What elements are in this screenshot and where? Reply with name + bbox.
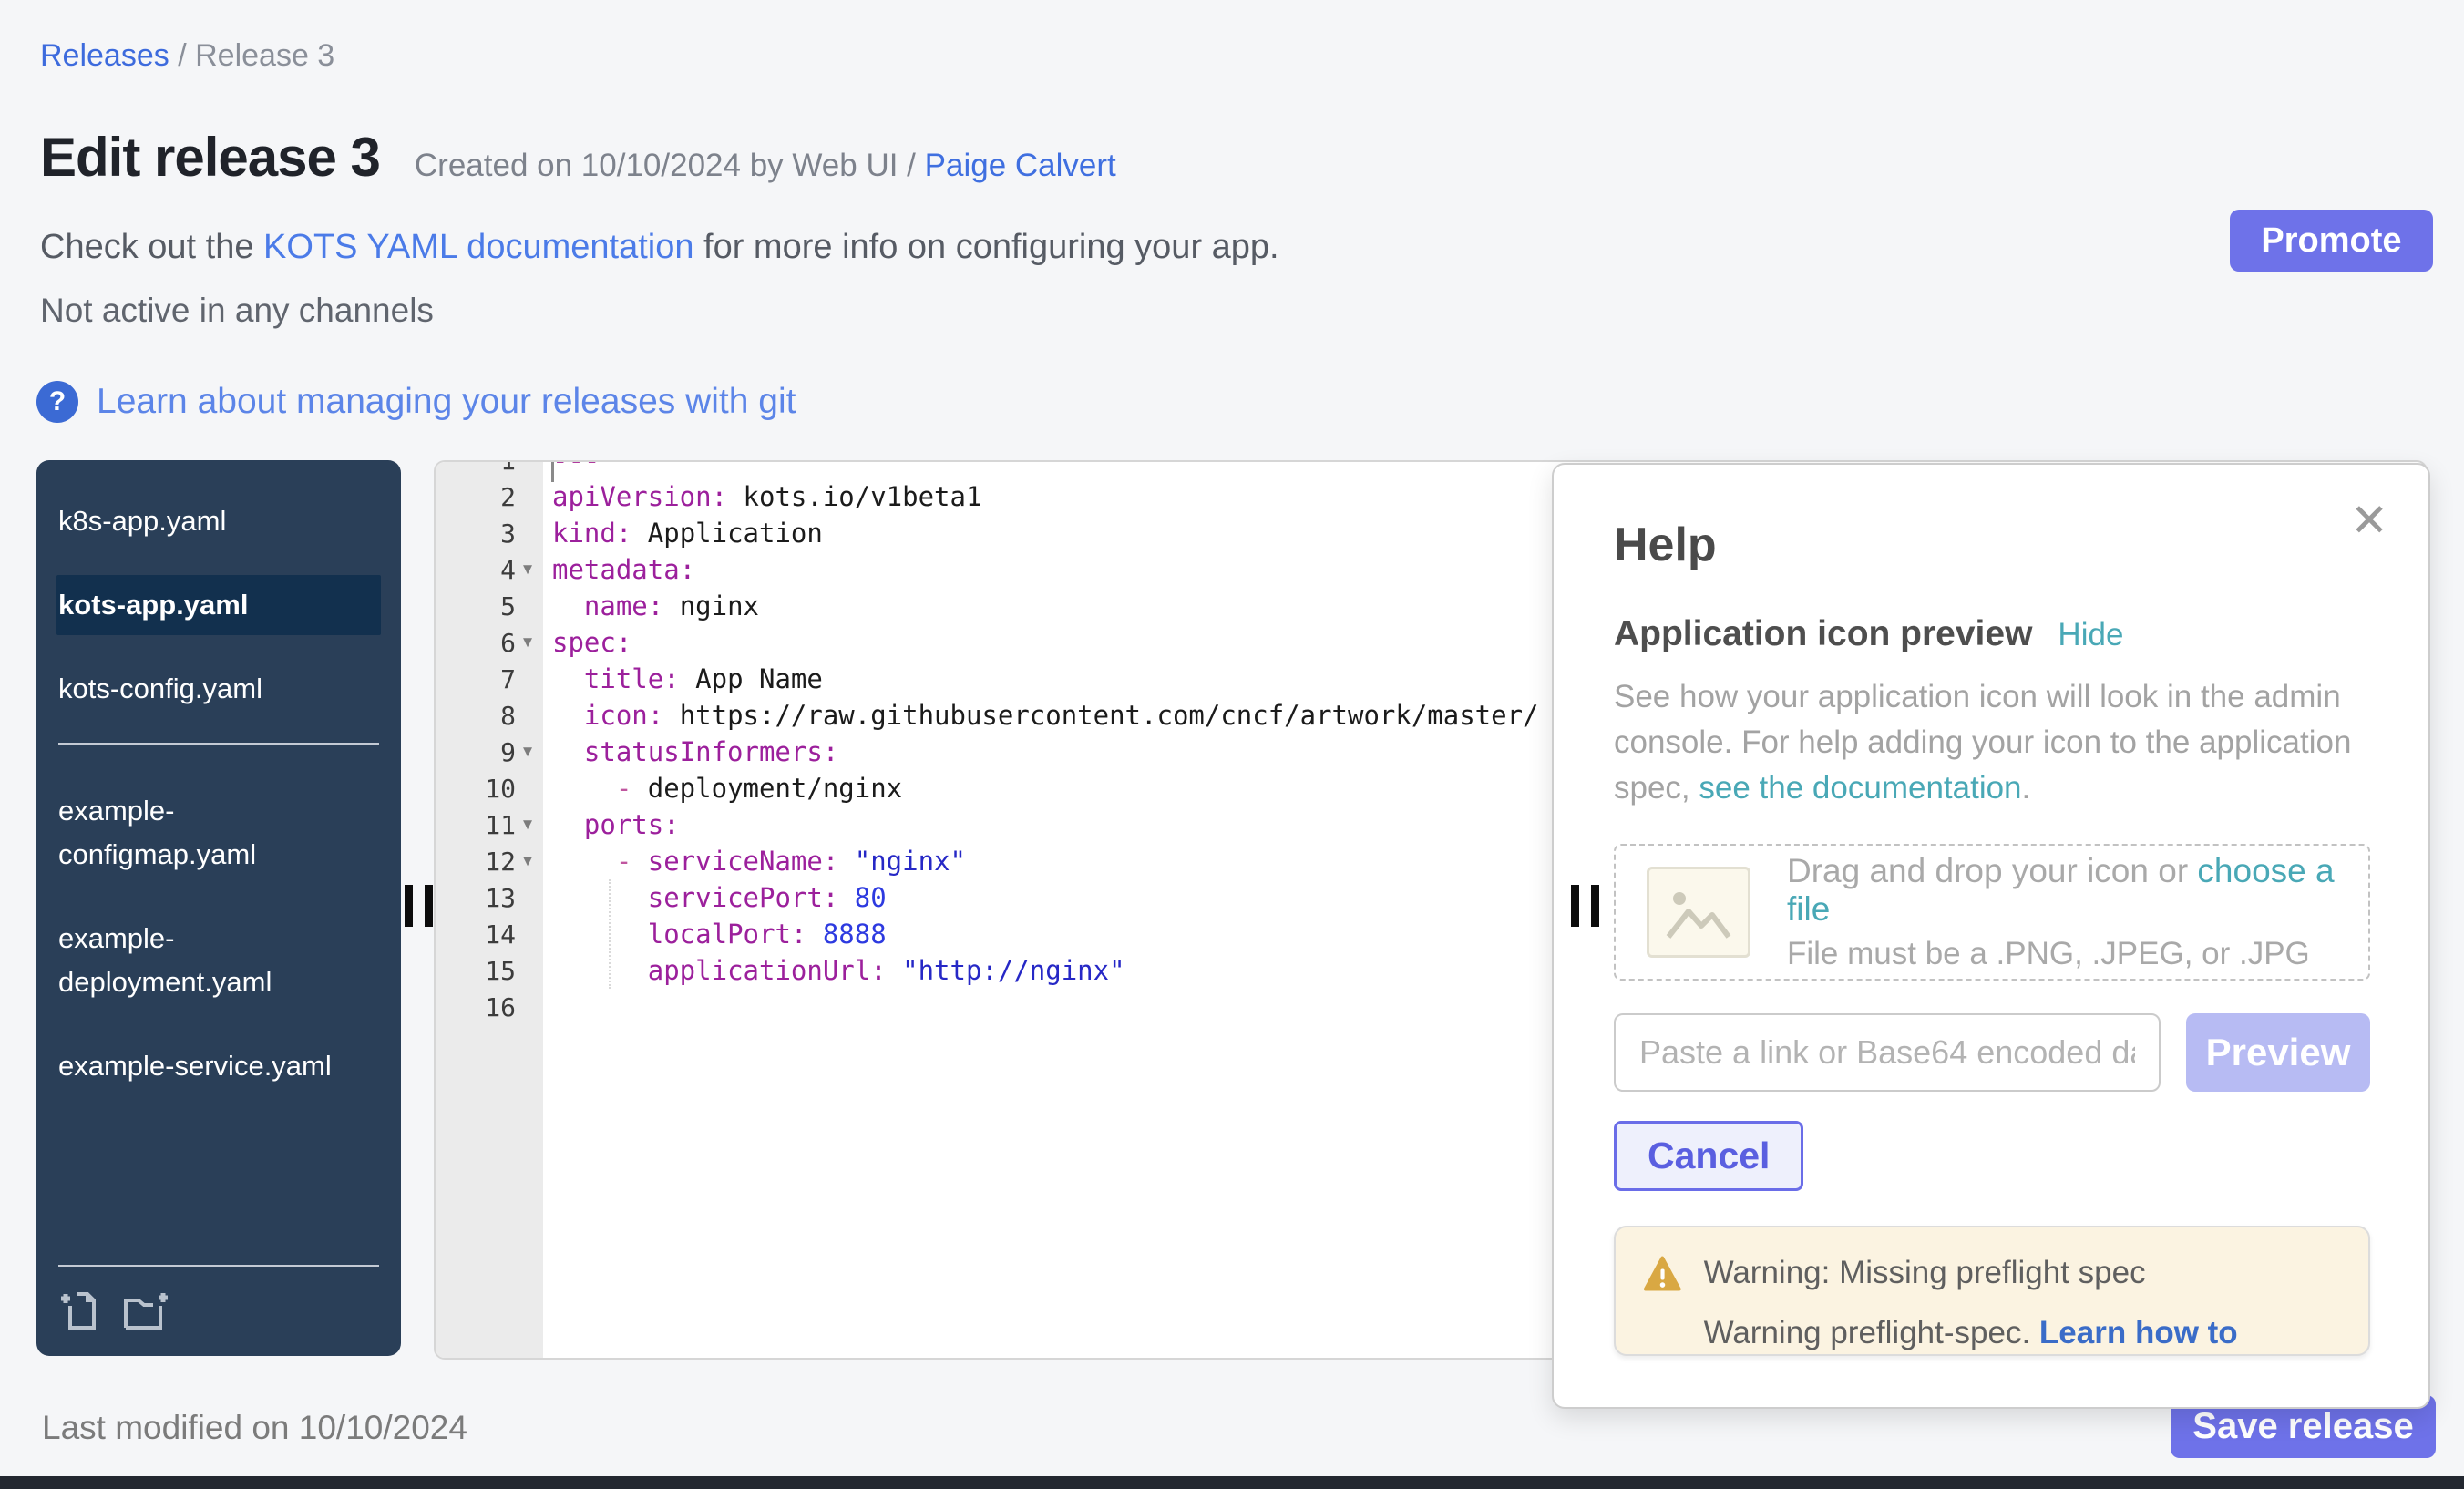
sidebar-bottom — [36, 1265, 401, 1356]
dropzone-hint: File must be a .PNG, .JPEG, or .JPG — [1787, 936, 2368, 972]
preview-button[interactable]: Preview — [2186, 1013, 2370, 1092]
bottom-bar — [0, 1476, 2464, 1489]
file-item[interactable]: k8s-app.yaml — [56, 491, 381, 551]
icon-url-input[interactable] — [1614, 1013, 2161, 1092]
author-link[interactable]: Paige Calvert — [925, 148, 1116, 183]
git-releases-link[interactable]: Learn about managing your releases with … — [97, 382, 796, 422]
title-row: Edit release 3 Created on 10/10/2024 by … — [40, 126, 1116, 189]
created-info: Created on 10/10/2024 by Web UI / Paige … — [415, 148, 1116, 184]
question-icon: ? — [36, 381, 78, 423]
kots-yaml-docs-link[interactable]: KOTS YAML documentation — [263, 228, 693, 266]
preflight-warning-box: Warning: Missing preflight spec Warning … — [1614, 1226, 2370, 1356]
cancel-button[interactable]: Cancel — [1614, 1121, 1803, 1191]
editor-cursor — [551, 462, 554, 482]
file-item[interactable]: kots-config.yaml — [56, 659, 381, 719]
sidebar-resize-handle[interactable] — [405, 885, 436, 927]
breadcrumb-releases-link[interactable]: Releases — [40, 38, 169, 73]
warning-body: Warning preflight-spec. — [1704, 1315, 2039, 1350]
help-panel: ✕ Help Application icon preview Hide See… — [1552, 463, 2430, 1409]
fold-arrow-icon[interactable]: ▼ — [518, 633, 538, 652]
channel-status: Not active in any channels — [40, 292, 434, 330]
breadcrumb-separator: / — [178, 38, 195, 73]
file-sidebar: k8s-app.yaml kots-app.yaml kots-config.yam… — [36, 460, 401, 1356]
file-item[interactable]: example-service.yaml — [56, 1036, 381, 1096]
dropzone-text: Drag and drop your icon or choose a file… — [1787, 852, 2368, 972]
warning-icon — [1643, 1253, 1682, 1295]
warning-title: Warning: Missing preflight spec — [1704, 1253, 2341, 1293]
page-title: Edit release 3 — [40, 126, 380, 189]
docs-line: Check out the KOTS YAML documentation fo… — [40, 228, 1279, 267]
breadcrumb-current: Release 3 — [195, 38, 334, 73]
file-item[interactable]: example-deployment.yaml — [56, 909, 381, 1012]
fold-arrow-icon[interactable]: ▼ — [518, 743, 538, 761]
file-item[interactable]: kots-app.yaml — [56, 575, 381, 635]
fold-arrow-icon[interactable]: ▼ — [518, 852, 538, 870]
edit-release-page: Releases / Release 3 Edit release 3 Crea… — [0, 0, 2464, 1489]
file-tree-divider — [58, 743, 379, 744]
created-text: Created on 10/10/2024 by Web UI / — [415, 148, 916, 183]
docs-prefix: Check out the — [40, 228, 263, 266]
docs-suffix: for more info on configuring your app. — [693, 228, 1278, 266]
icon-dropzone[interactable]: Drag and drop your icon or choose a file… — [1614, 844, 2370, 981]
help-body: See how your application icon will look … — [1614, 674, 2370, 811]
close-icon[interactable]: ✕ — [2350, 498, 2388, 543]
file-list: k8s-app.yaml kots-app.yaml kots-config.yam… — [36, 491, 401, 1265]
help-body-suffix: . — [2022, 770, 2031, 806]
promote-button[interactable]: Promote — [2230, 210, 2433, 272]
new-folder-icon[interactable] — [122, 1289, 169, 1332]
image-placeholder-icon — [1647, 867, 1750, 958]
file-item[interactable]: example-configmap.yaml — [56, 781, 381, 885]
fold-arrow-icon[interactable]: ▼ — [518, 560, 538, 579]
sidebar-bottom-divider — [58, 1265, 379, 1267]
last-modified-text: Last modified on 10/10/2024 — [42, 1409, 467, 1447]
git-help-row: ? Learn about managing your releases wit… — [36, 381, 796, 423]
new-file-icon[interactable] — [58, 1289, 102, 1332]
breadcrumb: Releases / Release 3 — [40, 38, 334, 74]
see-documentation-link[interactable]: see the documentation — [1699, 770, 2021, 806]
dropzone-label: Drag and drop your icon or — [1787, 852, 2197, 889]
help-title: Help — [1614, 518, 2370, 572]
help-resize-handle[interactable] — [1571, 885, 1602, 927]
indent-guide — [609, 879, 611, 989]
icon-preview-title: Application icon preview — [1614, 614, 2032, 654]
fold-arrow-icon[interactable]: ▼ — [518, 816, 538, 834]
hide-link[interactable]: Hide — [2058, 617, 2123, 653]
